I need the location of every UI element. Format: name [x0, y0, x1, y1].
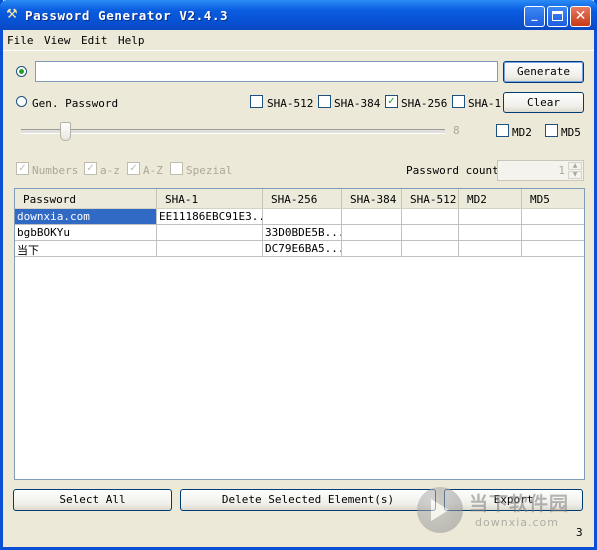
- delete-selected-button[interactable]: Delete Selected Element(s): [180, 489, 436, 511]
- col-md5[interactable]: MD5: [522, 189, 584, 208]
- play-logo-icon: [417, 487, 463, 533]
- maximize-icon: [552, 11, 563, 21]
- md2-label: MD2: [512, 126, 532, 139]
- cell-password: bgbBOKYu: [15, 225, 157, 241]
- cell-password: 当下: [15, 241, 157, 257]
- gen-password-label: Gen. Password: [32, 97, 119, 110]
- sha256-checkbox[interactable]: ✓: [385, 95, 398, 108]
- cell-md5: [522, 209, 584, 225]
- generate-button[interactable]: Generate: [503, 61, 584, 83]
- col-sha512[interactable]: SHA-512: [402, 189, 459, 208]
- md5-checkbox[interactable]: [545, 124, 558, 137]
- maximize-button[interactable]: [547, 6, 568, 27]
- lowercase-checkbox[interactable]: ✓: [84, 162, 97, 175]
- special-checkbox[interactable]: [170, 162, 183, 175]
- length-slider-thumb[interactable]: [60, 122, 71, 141]
- special-label: Spezial: [186, 164, 233, 177]
- col-md2[interactable]: MD2: [459, 189, 522, 208]
- custom-input-radio[interactable]: [16, 66, 27, 77]
- cell-sha256: 33D0BDE5B...: [263, 225, 342, 241]
- sha512-checkbox[interactable]: [250, 95, 263, 108]
- minimize-button[interactable]: _: [524, 6, 545, 27]
- sha384-checkbox[interactable]: [318, 95, 331, 108]
- menu-file[interactable]: File: [7, 34, 34, 47]
- cell-sha1: [157, 241, 263, 257]
- menu-edit[interactable]: Edit: [81, 34, 108, 47]
- menu-help[interactable]: Help: [118, 34, 145, 47]
- clear-button[interactable]: Clear: [503, 92, 584, 113]
- lowercase-label: a-z: [100, 164, 120, 177]
- select-all-button[interactable]: Select All: [13, 489, 172, 511]
- title-bar[interactable]: ⚒ Password Generator V2.4.3 _ ✕: [0, 0, 597, 30]
- numbers-checkbox[interactable]: ✓: [16, 162, 29, 175]
- watermark-en: downxia.com: [475, 516, 559, 529]
- table-row[interactable]: 当下 DC79E6BA5...: [15, 241, 584, 257]
- cell-sha512: [402, 225, 459, 241]
- cell-sha1: EE11186EBC91E3...: [157, 209, 263, 225]
- sha1-checkbox[interactable]: [452, 95, 465, 108]
- cell-md5: [522, 241, 584, 257]
- length-slider-track[interactable]: [21, 129, 445, 134]
- cell-md2: [459, 241, 522, 257]
- corner-number: 3: [576, 526, 583, 539]
- password-count-value: 1: [558, 164, 565, 177]
- cell-sha384: [342, 209, 402, 225]
- cell-password: downxia.com: [15, 209, 157, 225]
- length-value: 8: [453, 124, 460, 137]
- cell-sha512: [402, 241, 459, 257]
- cell-sha256: DC79E6BA5...: [263, 241, 342, 257]
- numbers-label: Numbers: [32, 164, 79, 177]
- app-window: ⚒ Password Generator V2.4.3 _ ✕ File Vie…: [0, 0, 597, 550]
- col-sha256[interactable]: SHA-256: [263, 189, 342, 208]
- spin-down-icon[interactable]: ▼: [568, 171, 582, 179]
- uppercase-label: A-Z: [143, 164, 163, 177]
- watermark-cn: 当下软件园: [469, 493, 570, 515]
- cell-md2: [459, 225, 522, 241]
- password-count-label: Password count: [406, 164, 499, 177]
- sha1-label: SHA-1: [468, 97, 502, 110]
- md2-checkbox[interactable]: [496, 124, 509, 137]
- gen-password-radio[interactable]: [16, 96, 27, 107]
- sha384-label: SHA-384: [334, 97, 381, 110]
- col-sha1[interactable]: SHA-1: [157, 189, 263, 208]
- uppercase-checkbox[interactable]: ✓: [127, 162, 140, 175]
- cell-sha256: [263, 209, 342, 225]
- cell-md5: [522, 225, 584, 241]
- cell-sha1: [157, 225, 263, 241]
- password-input[interactable]: [35, 61, 498, 82]
- watermark-logo: 当下软件园 downxia.com: [417, 487, 587, 535]
- menu-bar: File View Edit Help: [3, 30, 594, 51]
- close-button[interactable]: ✕: [570, 6, 591, 27]
- sha512-label: SHA-512: [267, 97, 314, 110]
- cell-sha384: [342, 225, 402, 241]
- col-sha384[interactable]: SHA-384: [342, 189, 402, 208]
- window-title: Password Generator V2.4.3: [25, 8, 229, 23]
- sha256-label: SHA-256: [401, 97, 448, 110]
- col-password[interactable]: Password: [15, 189, 157, 208]
- table-row[interactable]: bgbBOKYu 33D0BDE5B...: [15, 225, 584, 241]
- table-row[interactable]: downxia.com EE11186EBC91E3...: [15, 209, 584, 225]
- menu-view[interactable]: View: [44, 34, 71, 47]
- cell-md2: [459, 209, 522, 225]
- md5-label: MD5: [561, 126, 581, 139]
- app-icon: ⚒: [6, 7, 18, 22]
- table-header: Password SHA-1 SHA-256 SHA-384 SHA-512 M…: [15, 189, 584, 209]
- results-table[interactable]: Password SHA-1 SHA-256 SHA-384 SHA-512 M…: [14, 188, 585, 480]
- spin-up-icon[interactable]: ▲: [568, 162, 582, 170]
- cell-sha512: [402, 209, 459, 225]
- password-count-spinner[interactable]: 1 ▲ ▼: [497, 160, 584, 181]
- cell-sha384: [342, 241, 402, 257]
